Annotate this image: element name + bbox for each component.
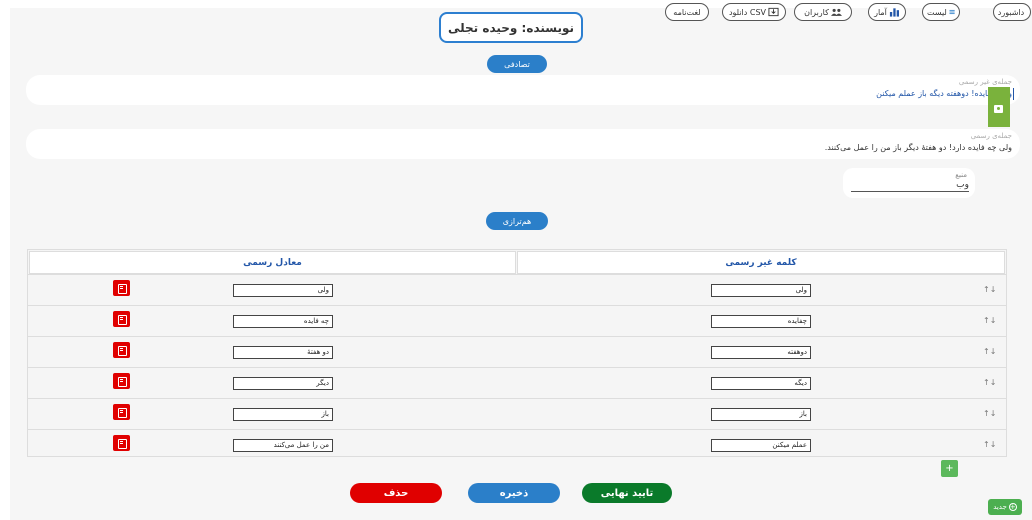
source-field[interactable]: منبع وب (843, 168, 975, 198)
informal-word-input[interactable]: دیگه (711, 377, 811, 390)
table-row: ↑↓ عملم میکنن من را عمل می‌کنند (28, 429, 1006, 460)
formal-sentence-box[interactable]: جمله‌ی رسمی ولی چه فایده دارد! دو هفتهٔ … (26, 129, 1020, 159)
side-tab[interactable] (988, 87, 1010, 127)
delete-button[interactable]: حذف (350, 483, 442, 503)
formal-word-input[interactable]: دو هفتهٔ (233, 346, 333, 359)
alignment-table: کلمه غیر رسمی معادل رسمی ↑↓ ولی ولی ↑↓ چفاید… (27, 249, 1007, 457)
formal-word-input[interactable]: ولی (233, 284, 333, 297)
final-confirm-button[interactable]: تایید نهایی (582, 483, 672, 503)
camera-icon (994, 105, 1003, 113)
random-button[interactable]: تصادفی (487, 55, 547, 73)
informal-word-input[interactable]: چفایده (711, 315, 811, 328)
nav-dashboard-button[interactable]: داشبورد (993, 3, 1031, 21)
nav-users-button[interactable]: کاربران (794, 3, 852, 21)
informal-word-input[interactable]: باز (711, 408, 811, 421)
formal-word-input[interactable]: دیگر (233, 377, 333, 390)
text-caret (1013, 88, 1014, 100)
sort-handle-icon[interactable]: ↑↓ (983, 440, 996, 449)
delete-row-button[interactable] (113, 311, 130, 327)
table-row: ↑↓ دیگه دیگر (28, 367, 1006, 398)
sort-handle-icon[interactable]: ↑↓ (983, 285, 996, 294)
header-informal-word: کلمه غیر رسمی (517, 251, 1005, 274)
table-row: ↑↓ چفایده چه فایده (28, 305, 1006, 336)
formal-sentence-text: ولی چه فایده دارد! دو هفتهٔ دیگر باز من … (824, 143, 1012, 152)
list-icon (949, 9, 955, 15)
formal-word-input[interactable]: من را عمل می‌کنند (233, 439, 333, 452)
nav-stats-label: آمار (874, 7, 887, 17)
nav-csv-label: دانلود CSV (728, 7, 767, 17)
informal-word-input[interactable]: ولی (711, 284, 811, 297)
nav-users-label: کاربران (804, 7, 829, 17)
plus-circle-icon: + (1008, 503, 1017, 511)
nav-dictionary-label: لغت‌نامه (673, 7, 701, 17)
nav-dashboard-label: داشبورد (997, 7, 1025, 17)
sort-handle-icon[interactable]: ↑↓ (983, 316, 996, 325)
nav-list-button[interactable]: لیست (922, 3, 960, 21)
users-icon (830, 8, 842, 16)
source-value: وب (851, 180, 969, 192)
author-title: نویسنده: وحیده تجلی (439, 12, 583, 43)
delete-row-button[interactable] (113, 373, 130, 389)
add-row-button[interactable]: + (941, 460, 958, 477)
nav-list-label: لیست (927, 7, 947, 17)
bar-chart-icon (889, 8, 899, 17)
informal-sentence-label: جمله‌ی غیر رسمی (958, 78, 1012, 86)
header-formal-equivalent: معادل رسمی (29, 251, 516, 274)
delete-row-button[interactable] (113, 404, 130, 420)
formal-word-input[interactable]: باز (233, 408, 333, 421)
delete-row-button[interactable] (113, 342, 130, 358)
align-button[interactable]: هم‌ترازی (486, 212, 548, 230)
table-row: ↑↓ دوهفته دو هفتهٔ (28, 336, 1006, 367)
informal-word-input[interactable]: عملم میکنن (711, 439, 811, 452)
sort-handle-icon[interactable]: ↑↓ (983, 347, 996, 356)
table-row: ↑↓ باز باز (28, 398, 1006, 429)
table-row: ↑↓ ولی ولی (28, 274, 1006, 305)
new-button[interactable]: جدید + (988, 499, 1022, 515)
download-icon (768, 7, 779, 17)
sort-handle-icon[interactable]: ↑↓ (983, 409, 996, 418)
source-label: منبع (955, 171, 967, 179)
nav-dictionary-button[interactable]: لغت‌نامه (665, 3, 709, 21)
sort-handle-icon[interactable]: ↑↓ (983, 378, 996, 387)
formal-sentence-label: جمله‌ی رسمی (970, 132, 1012, 140)
delete-row-button[interactable] (113, 280, 130, 296)
delete-row-button[interactable] (113, 435, 130, 451)
new-label: جدید (993, 503, 1007, 511)
formal-word-input[interactable]: چه فایده (233, 315, 333, 328)
save-button[interactable]: ذخیره (468, 483, 560, 503)
informal-word-input[interactable]: دوهفته (711, 346, 811, 359)
informal-sentence-box[interactable]: جمله‌ی غیر رسمی ولی چفایده! دوهفته دیگه … (26, 75, 1020, 105)
nav-csv-button[interactable]: دانلود CSV (722, 3, 786, 21)
nav-stats-button[interactable]: آمار (868, 3, 906, 21)
